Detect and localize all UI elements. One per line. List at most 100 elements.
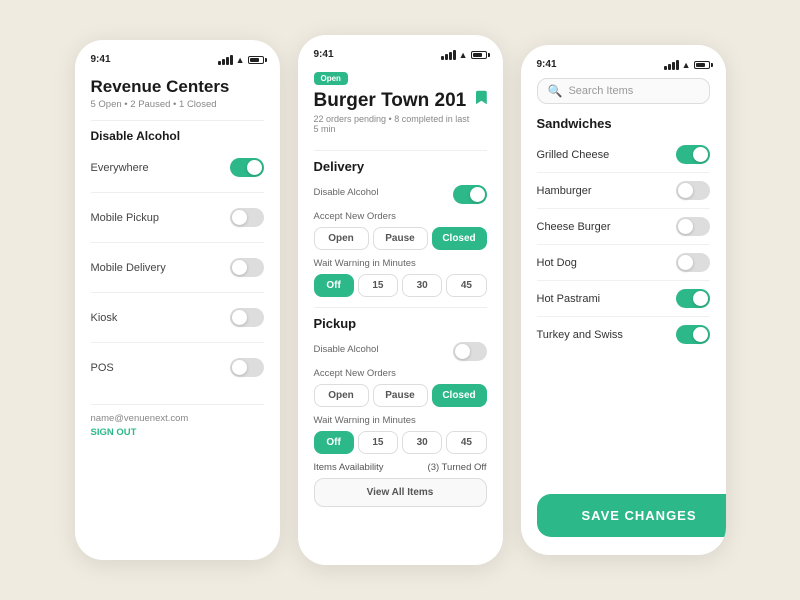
toggle-mobile-delivery[interactable] [230, 258, 264, 277]
menu-item-grilled-cheese: Grilled Cheese [537, 137, 710, 173]
phone-revenue-centers: 9:41 ▲ Revenue Centers 5 Open • 2 Paused… [75, 40, 280, 560]
toggle-label-kiosk: Kiosk [91, 312, 118, 324]
view-all-btn[interactable]: View All Items [314, 478, 487, 507]
delivery-tab-open[interactable]: Open [314, 227, 369, 250]
wifi-icon-3: ▲ [682, 60, 691, 70]
status-bar-2: 9:41 ▲ [298, 49, 503, 68]
pickup-alcohol-toggle[interactable] [453, 342, 487, 361]
signal-bar-3 [226, 57, 229, 65]
pickup-wait-45[interactable]: 45 [446, 431, 486, 454]
user-email: name@venuenext.com [91, 413, 264, 424]
toggle-hamburger[interactable] [676, 181, 710, 200]
time-2: 9:41 [314, 49, 334, 60]
restaurant-header: Open Burger Town 201 22 orders pending •… [314, 68, 487, 142]
status-icons-1: ▲ [218, 55, 264, 65]
revenue-title: Revenue Centers [91, 77, 264, 97]
status-icons-2: ▲ [441, 50, 487, 60]
toggle-cheese-burger[interactable] [676, 217, 710, 236]
pickup-alcohol-label: Disable Alcohol [314, 344, 379, 355]
phone3-content: 🔍 Search Items Sandwiches Grilled Cheese… [521, 78, 726, 484]
menu-item-hot-pastrami: Hot Pastrami [537, 281, 710, 317]
phone2-content: Open Burger Town 201 22 orders pending •… [298, 68, 503, 547]
search-bar[interactable]: 🔍 Search Items [537, 78, 710, 104]
delivery-tab-closed[interactable]: Closed [432, 227, 487, 250]
divider-5 [91, 342, 264, 343]
pickup-tab-pause[interactable]: Pause [373, 384, 428, 407]
toggle-label-mobile-pickup: Mobile Pickup [91, 212, 159, 224]
battery-icon-1 [248, 56, 264, 64]
signal-bars-3 [664, 60, 679, 70]
bookmark-icon [476, 90, 487, 106]
user-section: name@venuenext.com SIGN OUT [91, 384, 264, 438]
sign-out-btn[interactable]: SIGN OUT [91, 427, 264, 438]
pickup-wait-off[interactable]: Off [314, 431, 354, 454]
toggle-hot-pastrami[interactable] [676, 289, 710, 308]
delivery-wait-buttons: Off 15 30 45 [314, 274, 487, 297]
time-1: 9:41 [91, 54, 111, 65]
toggle-everywhere[interactable] [230, 158, 264, 177]
status-bar-3: 9:41 ▲ [521, 59, 726, 78]
divider-1 [91, 120, 264, 121]
status-bar-1: 9:41 ▲ [75, 54, 280, 73]
delivery-wait-15[interactable]: 15 [358, 274, 398, 297]
phone1-content: Revenue Centers 5 Open • 2 Paused • 1 Cl… [75, 73, 280, 542]
phone-burger-town: 9:41 ▲ Open Burger Town 201 22 orders pe… [298, 35, 503, 565]
delivery-wait-off[interactable]: Off [314, 274, 354, 297]
divider-4 [91, 292, 264, 293]
pickup-wait-15[interactable]: 15 [358, 431, 398, 454]
restaurant-name: Burger Town 201 [314, 90, 476, 112]
toggle-turkey-swiss[interactable] [676, 325, 710, 344]
divider-user [91, 404, 264, 405]
delivery-tabs: Open Pause Closed [314, 227, 487, 250]
phone-menu-items: 9:41 ▲ 🔍 Search Items Sandwiches Grilled… [521, 45, 726, 555]
pickup-tab-open[interactable]: Open [314, 384, 369, 407]
pickup-wait-30[interactable]: 30 [402, 431, 442, 454]
pickup-section-label: Pickup [314, 316, 487, 331]
status-icons-3: ▲ [664, 60, 710, 70]
pickup-tabs: Open Pause Closed [314, 384, 487, 407]
save-changes-btn[interactable]: SAVE CHANGES [537, 494, 726, 537]
toggle-mobile-pickup[interactable] [230, 208, 264, 227]
delivery-alcohol-row: Disable Alcohol [314, 178, 487, 211]
divider-3 [91, 242, 264, 243]
menu-item-cheese-burger: Cheese Burger [537, 209, 710, 245]
menu-item-name-3: Hot Dog [537, 257, 577, 269]
open-badge: Open [314, 72, 348, 85]
battery-icon-2 [471, 51, 487, 59]
delivery-wait-30[interactable]: 30 [402, 274, 442, 297]
delivery-tab-pause[interactable]: Pause [373, 227, 428, 250]
items-avail-label: Items Availability [314, 462, 384, 473]
menu-item-name-5: Turkey and Swiss [537, 329, 623, 341]
menu-item-name-0: Grilled Cheese [537, 149, 610, 161]
signal-bar-4 [230, 55, 233, 65]
menu-item-turkey-swiss: Turkey and Swiss [537, 317, 710, 352]
delivery-wait-label: Wait Warning in Minutes [314, 258, 487, 269]
delivery-wait-45[interactable]: 45 [446, 274, 486, 297]
pickup-alcohol-row: Disable Alcohol [314, 335, 487, 368]
menu-item-name-4: Hot Pastrami [537, 293, 601, 305]
toggle-row-everywhere: Everywhere [91, 151, 264, 184]
toggle-hot-dog[interactable] [676, 253, 710, 272]
items-avail-count: (3) Turned Off [428, 462, 487, 473]
items-avail-row: Items Availability (3) Turned Off [314, 462, 487, 473]
battery-icon-3 [694, 61, 710, 69]
pickup-orders-label: Accept New Orders [314, 368, 487, 379]
disable-alcohol-title: Disable Alcohol [91, 129, 264, 143]
toggle-kiosk[interactable] [230, 308, 264, 327]
delivery-alcohol-label: Disable Alcohol [314, 187, 379, 198]
delivery-alcohol-toggle[interactable] [453, 185, 487, 204]
toggle-row-mobile-delivery: Mobile Delivery [91, 251, 264, 284]
menu-item-name-1: Hamburger [537, 185, 592, 197]
revenue-sub: 5 Open • 2 Paused • 1 Closed [91, 99, 264, 110]
search-placeholder: Search Items [568, 85, 633, 97]
toggle-label-mobile-delivery: Mobile Delivery [91, 262, 166, 274]
toggle-pos[interactable] [230, 358, 264, 377]
signal-bar-1 [218, 61, 221, 65]
toggle-grilled-cheese[interactable] [676, 145, 710, 164]
menu-item-hamburger: Hamburger [537, 173, 710, 209]
sandwich-section-title: Sandwiches [537, 116, 710, 131]
search-icon: 🔍 [548, 84, 563, 98]
d-delivery-top [314, 150, 487, 151]
toggle-row-pos: POS [91, 351, 264, 384]
pickup-tab-closed[interactable]: Closed [432, 384, 487, 407]
